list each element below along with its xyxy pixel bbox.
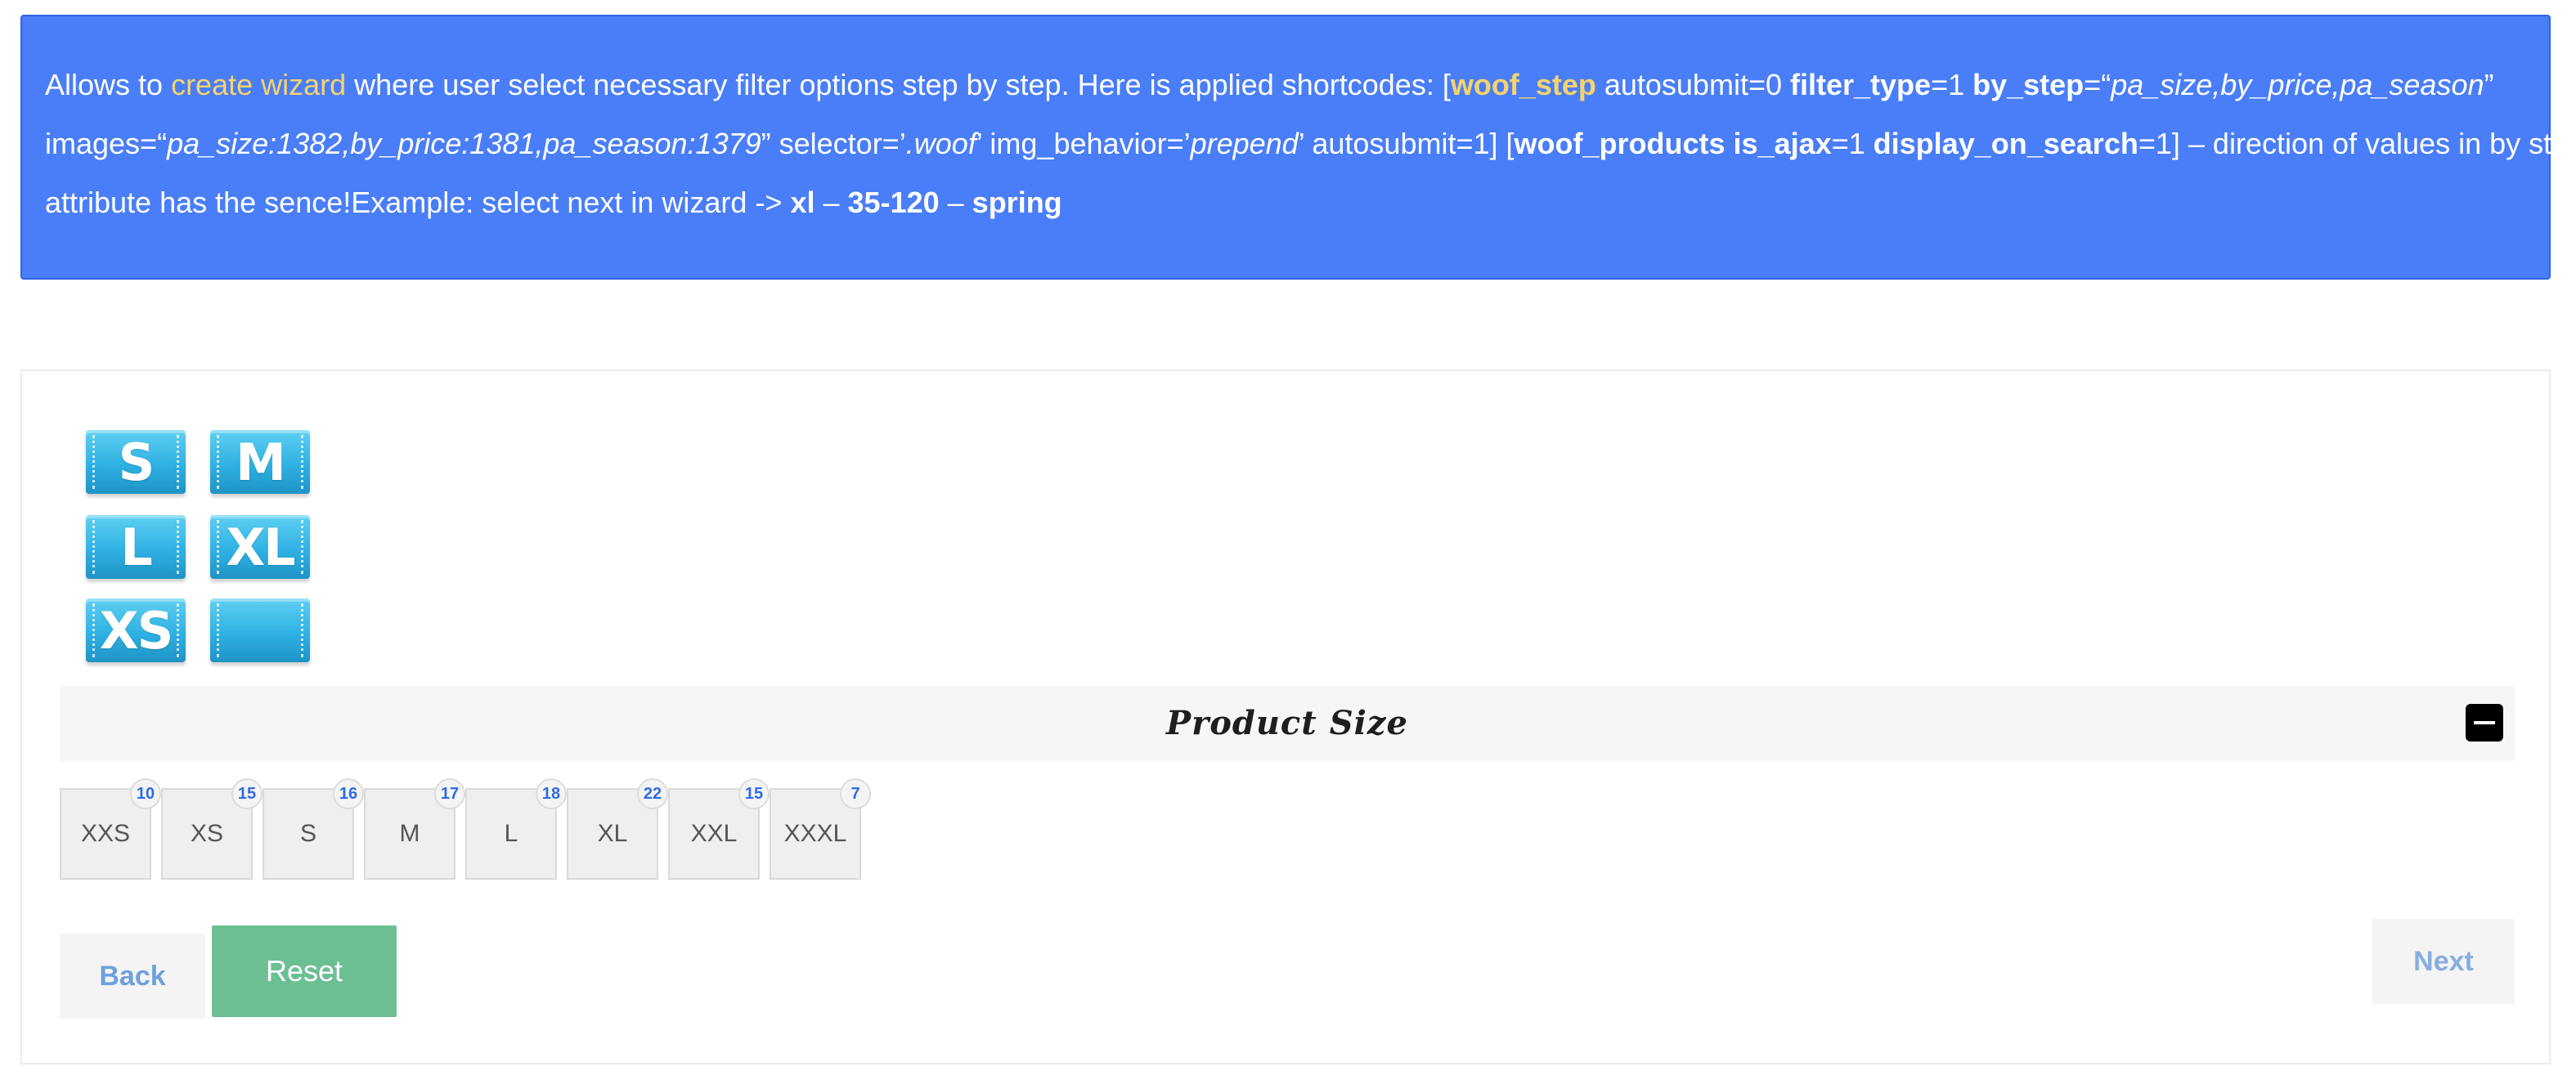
filter-wizard-panel: S M L XL XS Product Size XXS 10 XS 15 S 16 … xyxy=(20,370,2551,1064)
banner-text: ’ autosubmit=1] [ xyxy=(1298,127,1515,160)
banner-bold: filter_type xyxy=(1790,68,1932,101)
term-label: XL xyxy=(597,820,628,847)
banner-text: attribute has the sence!Example: select … xyxy=(45,186,791,219)
info-banner: Allows to create wizard where user selec… xyxy=(20,15,2576,280)
banner-italic: pa_size,by_price,pa_season xyxy=(2111,68,2484,101)
banner-text: Allows to xyxy=(45,68,172,101)
term-count-badge: 18 xyxy=(536,778,567,809)
term-count-badge: 16 xyxy=(333,778,364,809)
banner-text: images=“ xyxy=(45,127,168,160)
banner-line-1: Allows to create wizard where user selec… xyxy=(45,56,2526,114)
collapse-toggle-button[interactable] xyxy=(2466,704,2503,742)
term-count-badge: 10 xyxy=(130,778,161,809)
banner-text: – xyxy=(815,186,848,219)
term-label: XS xyxy=(190,820,224,847)
minus-icon xyxy=(2474,721,2495,724)
term-label: S xyxy=(299,820,316,847)
size-term-s[interactable]: S 16 xyxy=(263,778,364,880)
size-image-group: S M L XL XS xyxy=(86,430,348,667)
banner-bold: spring xyxy=(972,186,1062,219)
banner-text: =1 xyxy=(1831,127,1874,160)
term-count-badge: 7 xyxy=(840,778,871,809)
shortcode-woof-step: woof_step xyxy=(1450,68,1596,101)
banner-text: ’ img_behavior=’ xyxy=(976,127,1191,160)
size-term-l[interactable]: L 18 xyxy=(465,778,567,880)
size-term-xxl[interactable]: XXL 15 xyxy=(668,778,770,880)
banner-bold: display_on_search xyxy=(1873,127,2138,160)
size-tag-image-xl[interactable]: XL xyxy=(210,515,310,579)
term-count-badge: 15 xyxy=(231,778,263,809)
size-term-xs[interactable]: XS 15 xyxy=(161,778,263,880)
term-count-badge: 22 xyxy=(637,778,668,809)
banner-text: ” xyxy=(2484,68,2494,101)
term-count-badge: 15 xyxy=(738,778,770,809)
size-term-xl[interactable]: XL 22 xyxy=(567,778,668,880)
banner-line-3: attribute has the sence!Example: select … xyxy=(45,173,2526,232)
banner-line-2: images=“pa_size:1382,by_price:1381,pa_se… xyxy=(45,114,2576,173)
size-tag-image-m[interactable]: M xyxy=(210,430,310,494)
size-tag-image-blank[interactable] xyxy=(210,598,310,662)
banner-italic: prepend xyxy=(1190,127,1299,160)
term-count-badge: 17 xyxy=(434,778,465,809)
size-tag-image-l[interactable]: L xyxy=(86,515,186,579)
section-title: Product Size xyxy=(1166,704,1408,742)
size-term-m[interactable]: M 17 xyxy=(364,778,465,880)
next-button[interactable]: Next xyxy=(2372,919,2515,1004)
term-label: M xyxy=(399,820,420,847)
term-label: L xyxy=(504,820,518,847)
banner-text: – xyxy=(939,186,972,219)
product-size-header: Product Size xyxy=(60,686,2515,761)
term-label: XXS xyxy=(80,820,131,847)
banner-bold: by_step xyxy=(1972,68,2085,101)
banner-bold: xl xyxy=(790,186,815,219)
banner-text: where user select necessary filter optio… xyxy=(346,68,1451,101)
banner-italic: .woof xyxy=(905,127,976,160)
size-term-xxs[interactable]: XXS 10 xyxy=(60,778,161,880)
size-term-xxxl[interactable]: XXXL 7 xyxy=(770,778,871,880)
banner-italic: pa_size:1382,by_price:1381,pa_season:137… xyxy=(167,127,761,160)
size-tag-image-xs[interactable]: XS xyxy=(86,598,186,662)
banner-text: =1] – direction of values in by step xyxy=(2138,127,2576,160)
reset-button[interactable]: Reset xyxy=(212,925,397,1017)
banner-text: =“ xyxy=(2084,68,2112,101)
size-tag-image-s[interactable]: S xyxy=(86,430,186,494)
banner-text: =1 xyxy=(1931,68,1973,101)
term-label: XXXL xyxy=(783,820,847,847)
banner-text: ” selector=’ xyxy=(761,127,906,160)
back-button[interactable]: Back xyxy=(60,934,205,1019)
banner-text: autosubmit=0 xyxy=(1595,68,1790,101)
term-label: XXL xyxy=(690,820,738,847)
create-wizard-link[interactable]: create wizard xyxy=(171,68,346,101)
banner-bold: woof_products is_ajax xyxy=(1514,127,1832,160)
banner-bold: 35-120 xyxy=(847,186,940,219)
